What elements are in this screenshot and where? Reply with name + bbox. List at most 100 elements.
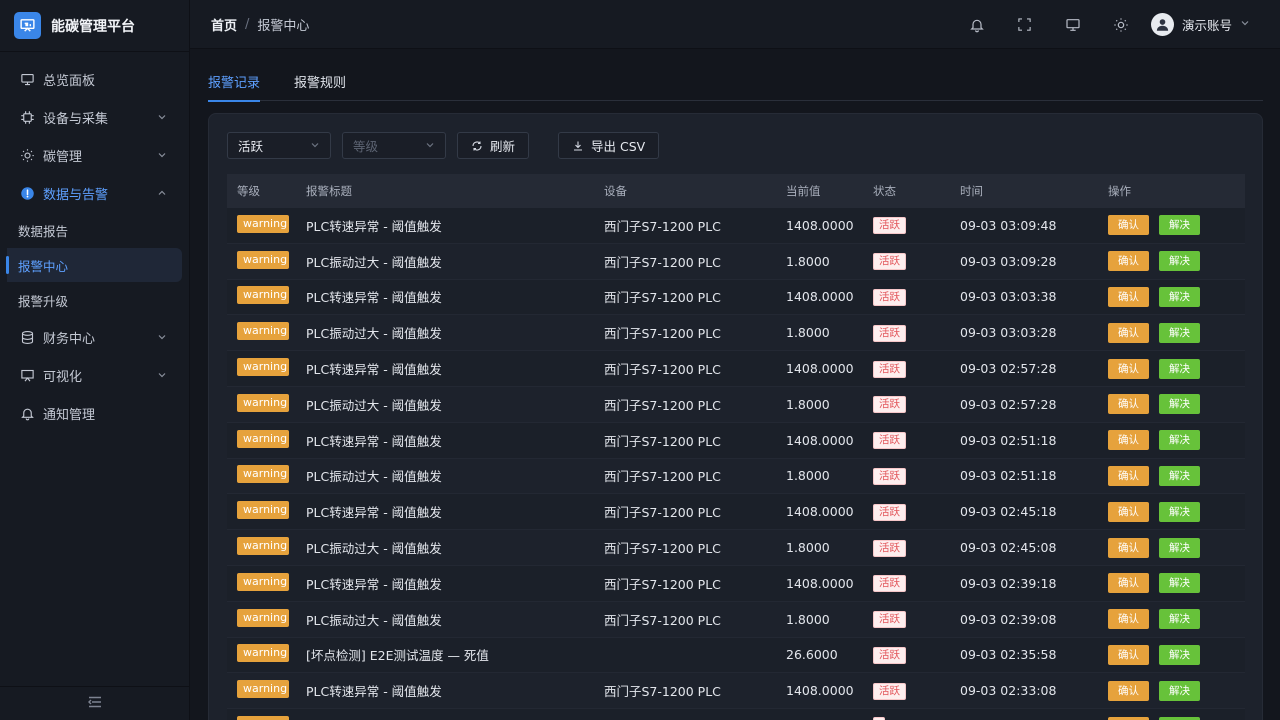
confirm-button[interactable]: 确认 [1108, 394, 1149, 415]
theme-sun-icon[interactable] [1113, 17, 1129, 33]
header-actions: 演示账号 [937, 0, 1250, 49]
title-cell: PLC振动过大 - 阈值触发 [306, 469, 442, 485]
sidebar-item-visualization[interactable]: 可视化 [0, 356, 189, 394]
device-cell: 西门子S7-1200 PLC [604, 326, 721, 342]
table-row[interactable]: warning PLC振动过大 - 阈值触发 西门子S7-1200 PLC 1.800… [227, 530, 1245, 566]
refresh-button[interactable]: 刷新 [457, 132, 530, 159]
resolve-button[interactable]: 解决 [1159, 680, 1200, 701]
tab-alarm-rules[interactable]: 报警规则 [294, 67, 346, 101]
actions-cell: 确认 解决 [1108, 716, 1245, 720]
column-header-status[interactable]: 状态 [873, 183, 960, 199]
time-cell: 09-03 03:03:38 [960, 289, 1057, 305]
confirm-button[interactable]: 确认 [1108, 286, 1149, 307]
breadcrumb-home[interactable]: 首页 [211, 15, 237, 34]
confirm-button[interactable]: 确认 [1108, 716, 1149, 720]
confirm-button[interactable]: 确认 [1108, 680, 1149, 701]
sidebar-item-carbon[interactable]: 碳管理 [0, 136, 189, 174]
column-header-time[interactable]: 时间 [960, 183, 1108, 199]
value-cell: 1.8000 [786, 325, 830, 341]
monitor-icon[interactable] [1065, 17, 1081, 33]
sidebar-item-label: 通知管理 [43, 407, 96, 423]
table-row[interactable]: warning PLC转速异常 - 阈值触发 西门子S7-1200 PLC 1408.… [227, 673, 1245, 710]
resolve-button[interactable]: 解决 [1159, 501, 1200, 522]
table-row[interactable]: warning PLC转速异常 - 阈值触发 西门子S7-1200 PLC 1408.… [227, 351, 1245, 387]
status-cell: 活跃 [873, 324, 960, 342]
table-row[interactable]: warning PLC振动过大 - 阈值触发 西门子S7-1200 PLC 1.800… [227, 602, 1245, 638]
column-header-value[interactable]: 当前值 [786, 183, 873, 199]
confirm-button[interactable]: 确认 [1108, 573, 1149, 594]
resolve-button[interactable]: 解决 [1159, 358, 1200, 379]
table-row[interactable]: warning PLC振动过大 - 阈值触发 西门子S7-1200 PLC 1.800… [227, 244, 1245, 280]
confirm-button[interactable]: 确认 [1108, 251, 1149, 272]
sidebar-item-data-alerts[interactable]: 数据与告警 [0, 174, 189, 212]
device-cell: 西门子S7-1200 PLC [604, 397, 721, 413]
title-cell: PLC振动过大 - 阈值触发 [306, 612, 442, 628]
confirm-button[interactable]: 确认 [1108, 537, 1149, 558]
tab-alarm-records[interactable]: 报警记录 [208, 67, 261, 102]
breadcrumb-separator: / [245, 16, 250, 32]
export-csv-button[interactable]: 导出 CSV [558, 132, 660, 159]
status-badge: 活跃 [873, 503, 906, 521]
table-row[interactable]: warning PLC振动过大 - 阈值触发 西门子S7-1200 PLC 1.800… [227, 315, 1245, 352]
level-badge: warning [237, 716, 289, 720]
resolve-button[interactable]: 解决 [1159, 644, 1200, 665]
title-cell: PLC转速异常 - 阈值触发 [306, 218, 442, 234]
brand[interactable]: 能碳管理平台 [0, 0, 189, 52]
table-body: warning PLC转速异常 - 阈值触发 西门子S7-1200 PLC 1408.… [227, 208, 1245, 720]
user-name: 演示账号 [1181, 18, 1232, 33]
sidebar-subitem-alarm-center[interactable]: 报警中心 [6, 248, 182, 282]
time-cell: 09-03 03:03:28 [960, 325, 1057, 341]
status-select[interactable]: 活跃 [227, 132, 331, 159]
resolve-button[interactable]: 解决 [1159, 465, 1200, 486]
resolve-button[interactable]: 解决 [1159, 609, 1200, 630]
confirm-button[interactable]: 确认 [1108, 322, 1149, 343]
confirm-button[interactable]: 确认 [1108, 358, 1149, 379]
user-menu[interactable]: 演示账号 [1150, 13, 1250, 36]
resolve-button[interactable]: 解决 [1159, 394, 1200, 415]
bell-icon[interactable] [969, 17, 985, 33]
column-header-level[interactable]: 等级 [227, 183, 297, 199]
table-row[interactable]: warning PLC转速异常 - 阈值触发 西门子S7-1200 PLC 1408.… [227, 279, 1245, 316]
title-cell: PLC振动过大 - 阈值触发 [306, 326, 442, 342]
table-row[interactable]: warning PLC转速异常 - 阈值触发 西门子S7-1200 PLC 1408.… [227, 422, 1245, 459]
table-row[interactable]: warning 确认 解决 [227, 709, 1245, 720]
table-row[interactable]: warning PLC转速异常 - 阈值触发 西门子S7-1200 PLC 1408.… [227, 494, 1245, 531]
resolve-button[interactable]: 解决 [1159, 322, 1200, 343]
confirm-button[interactable]: 确认 [1108, 609, 1149, 630]
table-row[interactable]: warning PLC振动过大 - 阈值触发 西门子S7-1200 PLC 1.800… [227, 387, 1245, 423]
column-header-title[interactable]: 报警标题 [297, 183, 604, 199]
confirm-button[interactable]: 确认 [1108, 430, 1149, 451]
table-row[interactable]: warning PLC转速异常 - 阈值触发 西门子S7-1200 PLC 1408.… [227, 208, 1245, 244]
table-row[interactable]: warning PLC转速异常 - 阈值触发 西门子S7-1200 PLC 1408.… [227, 565, 1245, 602]
table-row[interactable]: warning PLC振动过大 - 阈值触发 西门子S7-1200 PLC 1.800… [227, 459, 1245, 495]
resolve-button[interactable]: 解决 [1159, 716, 1200, 720]
status-cell: 活跃 [873, 216, 960, 235]
resolve-button[interactable]: 解决 [1159, 215, 1200, 236]
resolve-button[interactable]: 解决 [1159, 537, 1200, 558]
sidebar-item-overview[interactable]: 总览面板 [0, 60, 189, 98]
resolve-button[interactable]: 解决 [1159, 286, 1200, 307]
status-badge: 活跃 [873, 396, 906, 414]
sidebar-item-finance[interactable]: 财务中心 [0, 318, 189, 356]
resolve-button[interactable]: 解决 [1159, 573, 1200, 594]
sidebar-subitem-alarm-escalation[interactable]: 报警升级 [0, 283, 182, 317]
fullscreen-icon[interactable] [1017, 17, 1033, 33]
chevron-down-icon [157, 370, 167, 380]
column-header-device[interactable]: 设备 [604, 183, 786, 199]
sidebar-subitem-data-report[interactable]: 数据报告 [0, 213, 182, 247]
confirm-button[interactable]: 确认 [1108, 215, 1149, 236]
confirm-button[interactable]: 确认 [1108, 501, 1149, 522]
sidebar-item-notifications[interactable]: 通知管理 [0, 394, 189, 432]
confirm-button[interactable]: 确认 [1108, 465, 1149, 486]
sidebar-item-devices[interactable]: 设备与采集 [0, 98, 189, 136]
value-cell: 1.8000 [786, 253, 830, 269]
device-cell: 西门子S7-1200 PLC [604, 469, 721, 485]
resolve-button[interactable]: 解决 [1159, 430, 1200, 451]
level-select[interactable]: 等级 [342, 132, 446, 159]
collapse-sidebar-button[interactable] [0, 686, 189, 720]
status-cell: 活跃 [873, 610, 960, 629]
resolve-button[interactable]: 解决 [1159, 251, 1200, 272]
confirm-button[interactable]: 确认 [1108, 644, 1149, 665]
table-row[interactable]: warning [坏点检测] E2E测试温度 — 死值 26.6000 活跃 09-03… [227, 637, 1245, 674]
status-cell: 活跃 [873, 431, 960, 450]
